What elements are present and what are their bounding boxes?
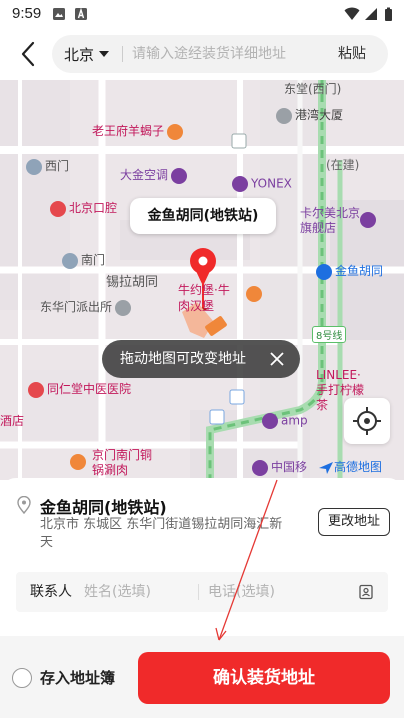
hospital-icon	[50, 200, 66, 217]
back-button[interactable]	[14, 38, 44, 70]
shop-icon	[171, 167, 188, 184]
poi-label: 东华门派出所	[40, 298, 134, 316]
save-to-address-book-radio[interactable]	[12, 668, 32, 688]
contact-phone-input[interactable]	[208, 572, 348, 612]
poi-label: 西门	[26, 157, 69, 175]
poi-label	[246, 286, 265, 302]
address-book-icon[interactable]	[358, 584, 374, 600]
shop-icon	[232, 176, 248, 192]
save-to-address-book-label[interactable]: 存入地址簿	[40, 668, 115, 688]
address-title: 金鱼胡同(地铁站)	[40, 498, 167, 517]
locate-me-button[interactable]	[344, 398, 390, 444]
wifi-icon	[344, 7, 360, 20]
city-label: 北京	[64, 45, 95, 64]
location-outline-icon	[17, 496, 31, 514]
shop-icon	[262, 413, 278, 429]
header: 北京 粘贴	[0, 30, 404, 80]
address-search-input[interactable]	[132, 35, 322, 73]
poi-label: 东堂(西门)	[284, 82, 342, 96]
restaurant-icon	[246, 286, 262, 302]
paste-button[interactable]: 粘贴	[338, 35, 366, 73]
image-notification-icon	[53, 8, 65, 20]
poi-label: 锡拉胡同	[106, 275, 159, 290]
metro-line-badge: 8号线	[312, 326, 347, 343]
city-select[interactable]: 北京	[64, 35, 110, 73]
poi-label: 同仁堂中医医院	[28, 380, 131, 398]
drag-tip-toast: 拖动地图可改变地址	[102, 340, 300, 378]
confirm-address-button[interactable]: 确认装货地址	[138, 652, 390, 704]
poi-label: 金鱼胡同	[316, 262, 383, 280]
battery-icon	[385, 7, 392, 21]
caret-down-icon	[99, 51, 110, 57]
map-brand: 高德地图	[318, 458, 382, 475]
gate-icon	[26, 158, 42, 175]
poi-label: 卡尔美北京旗舰店	[300, 206, 361, 235]
police-icon	[115, 299, 132, 316]
poi-label: 港湾大厦	[276, 106, 343, 124]
app-notification-icon	[75, 7, 87, 20]
poi-label: 大金空调	[120, 166, 190, 184]
divider	[122, 46, 123, 62]
poi-label: 酒店	[0, 414, 25, 428]
selected-location-callout: 金鱼胡同(地铁站)	[130, 198, 276, 234]
poi-label: 牛约堡·牛肉汉堡	[178, 283, 230, 313]
contact-label: 联系人	[30, 584, 72, 600]
hospital-icon	[28, 381, 44, 398]
search-box: 北京 粘贴	[52, 35, 388, 73]
poi-label: 老王府羊蝎子	[92, 122, 186, 140]
shop-icon	[252, 459, 268, 476]
crosshair-icon	[353, 407, 381, 435]
poi-label: YONEX	[232, 176, 292, 192]
poi-label: 南门	[62, 251, 105, 269]
poi-label: 北京口腔	[50, 199, 117, 217]
restaurant-icon	[167, 123, 184, 140]
metro-icon	[316, 263, 332, 280]
divider	[198, 584, 199, 600]
poi-label: 京门南门铜锅涮肉	[70, 448, 154, 478]
status-time: 9:59	[12, 5, 42, 22]
poi-label	[360, 212, 379, 228]
contact-name-input[interactable]	[84, 572, 188, 612]
contact-row: 联系人	[16, 572, 388, 612]
signal-icon	[365, 8, 377, 20]
navigation-arrow-icon	[319, 461, 333, 474]
poi-label: 中国移	[252, 458, 307, 476]
change-address-button[interactable]: 更改地址	[318, 508, 390, 536]
address-sheet: 金鱼胡同(地铁站) 北京市 东城区 东华门街道锡拉胡同海汇新天 更改地址 联系人…	[0, 478, 404, 718]
back-arrow-icon	[21, 41, 35, 67]
address-detail: 北京市 东城区 东华门街道锡拉胡同海汇新天	[40, 517, 283, 550]
status-bar: 9:59	[0, 0, 404, 30]
map-view[interactable]: 东堂(西门) 港湾大厦 老王府羊蝎子 西门 (在建) 大金空调 YONEX 北京…	[0, 80, 404, 480]
close-icon[interactable]	[268, 350, 286, 368]
gate-icon	[62, 252, 78, 269]
poi-label: amp	[262, 413, 308, 429]
building-icon	[276, 107, 292, 124]
restaurant-icon	[70, 454, 86, 470]
tip-text: 拖动地图可改变地址	[120, 351, 246, 367]
poi-label: (在建)	[326, 158, 360, 172]
shop-icon	[360, 212, 376, 228]
